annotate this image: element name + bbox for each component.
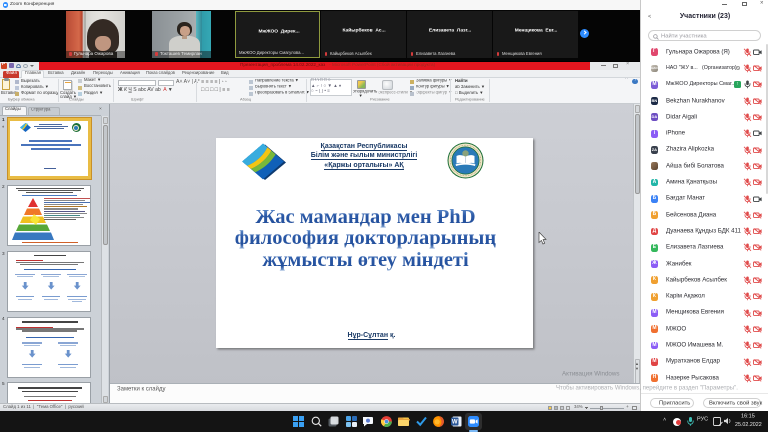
svg-text:W: W [451,420,457,426]
